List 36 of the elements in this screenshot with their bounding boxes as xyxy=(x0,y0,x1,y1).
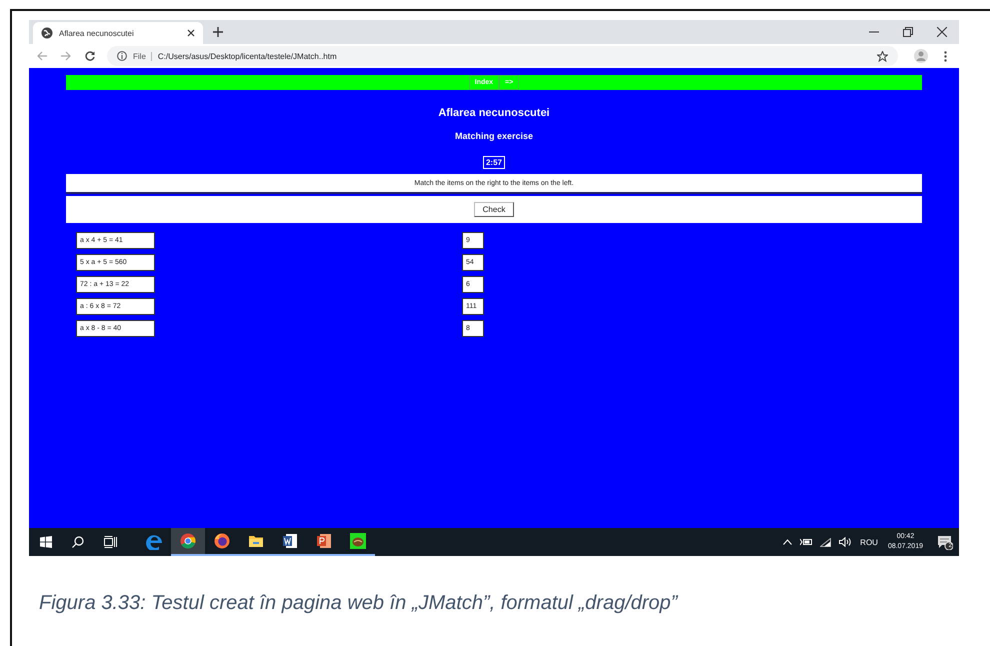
circle-logo-icon xyxy=(180,533,196,549)
exercise-title: Aflarea necunoscutei xyxy=(438,107,550,119)
speaker-icon[interactable] xyxy=(839,537,852,547)
check-button[interactable]: Check xyxy=(474,202,514,217)
wifi-icon[interactable] xyxy=(820,538,832,546)
chevron-up-icon[interactable] xyxy=(783,539,792,545)
e-logo-icon xyxy=(146,534,162,550)
url-text: C:/Users/asus/Desktop/licenta/testele/JMatch..htm xyxy=(158,52,337,60)
globe-icon xyxy=(41,27,53,39)
exercise-subtitle: Matching exercise xyxy=(454,131,534,141)
task-view-icon[interactable] xyxy=(104,536,117,548)
figure-caption: Figura 3.33: Testul creat în pagina web în „JMatch”, formatul „drag/drop” xyxy=(39,592,679,615)
restore-icon[interactable] xyxy=(903,27,913,37)
close-icon[interactable] xyxy=(937,27,947,37)
url-scheme: File xyxy=(133,52,152,60)
new-tab-icon[interactable] xyxy=(213,27,223,37)
info-icon xyxy=(117,51,127,61)
notification-icon[interactable] xyxy=(937,534,953,550)
document-icon xyxy=(282,533,298,549)
folder-icon xyxy=(248,533,264,549)
profile-icon[interactable] xyxy=(914,49,928,63)
address-bar[interactable]: File C:/Users/asus/Desktop/licenta/testele/JMatch..htm xyxy=(107,46,898,66)
fox-logo-icon xyxy=(214,533,230,549)
reload-icon[interactable] xyxy=(85,51,95,61)
menu-icon[interactable] xyxy=(944,50,947,62)
star-icon[interactable] xyxy=(877,50,888,62)
slides-icon xyxy=(316,533,332,549)
windows-logo-icon[interactable] xyxy=(40,536,52,548)
browser-tab[interactable]: Aflarea necunoscutei xyxy=(33,22,203,44)
close-icon[interactable] xyxy=(187,29,195,37)
timer: 2:57 xyxy=(482,156,505,169)
app-icon xyxy=(350,533,366,549)
language-indicator[interactable]: ROU xyxy=(860,538,878,546)
search-icon[interactable] xyxy=(72,536,84,548)
battery-icon[interactable] xyxy=(800,538,812,546)
tab-title: Aflarea necunoscutei xyxy=(59,28,135,38)
